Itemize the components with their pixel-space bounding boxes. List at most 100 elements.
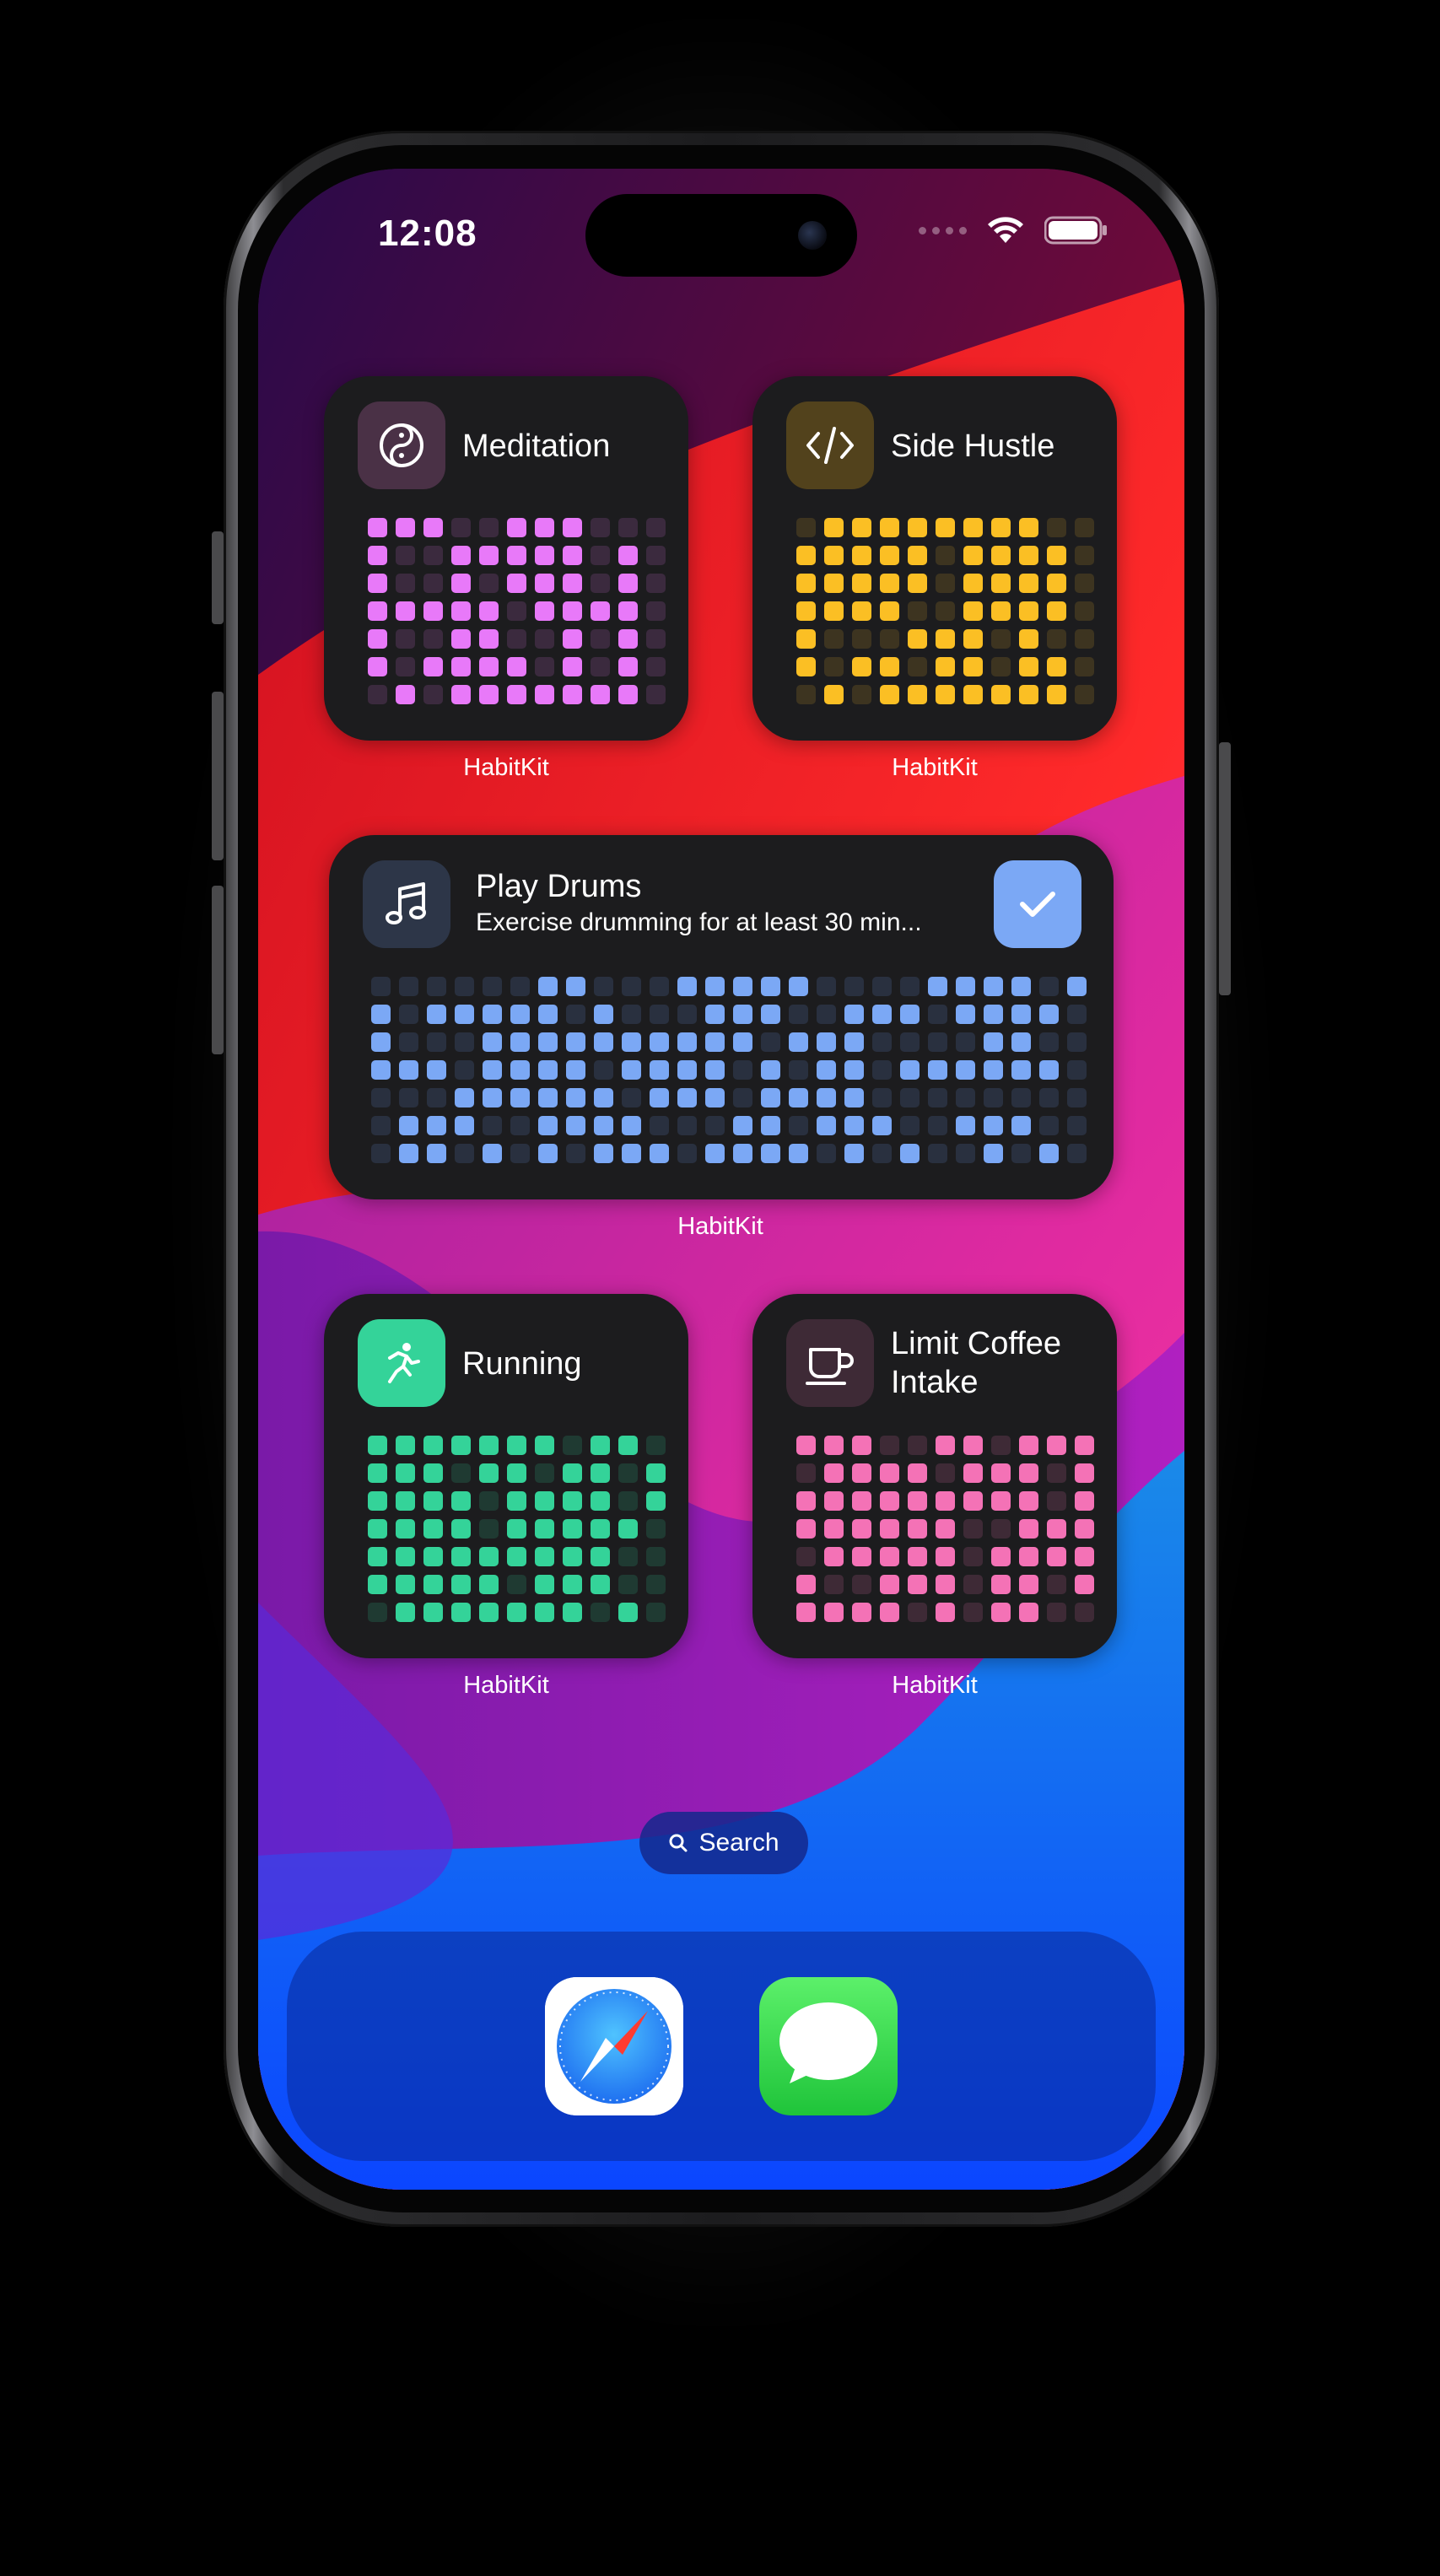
widget-limit-coffee[interactable]: Limit Coffee Intake (752, 1294, 1117, 1658)
habit-day-cell (650, 1032, 669, 1052)
habit-day-cell (936, 574, 955, 593)
habit-day-cell (956, 977, 975, 996)
widget-side-hustle[interactable]: Side Hustle (752, 376, 1117, 741)
habit-day-cell (594, 1088, 613, 1107)
habit-day-cell (1047, 685, 1066, 704)
widget-title: Limit Coffee Intake (891, 1326, 1062, 1400)
habit-day-cell (852, 601, 871, 621)
habit-day-cell (479, 546, 499, 565)
habit-day-cell (789, 1060, 808, 1080)
habit-day-cell (622, 1116, 641, 1135)
habit-day-cell (535, 1491, 554, 1511)
habit-day-cell (677, 1144, 697, 1163)
habit-day-cell (900, 1144, 920, 1163)
habit-day-cell (1019, 601, 1038, 621)
habit-day-cell (479, 685, 499, 704)
habit-day-cell (423, 1603, 443, 1622)
habit-day-cell (563, 685, 582, 704)
habit-day-cell (483, 1060, 502, 1080)
habit-day-cell (479, 1603, 499, 1622)
habit-day-cell (991, 1436, 1011, 1455)
habit-day-cell (1075, 518, 1094, 537)
habit-day-cell (563, 629, 582, 649)
habit-day-cell (956, 1144, 975, 1163)
habit-day-cell (510, 977, 530, 996)
habit-day-cell (563, 1603, 582, 1622)
habit-day-cell (908, 574, 927, 593)
habit-day-cell (963, 1463, 983, 1483)
habit-day-cell (852, 1436, 871, 1455)
habit-day-cell (510, 1116, 530, 1135)
habit-day-cell (963, 601, 983, 621)
habit-day-cell (844, 1060, 864, 1080)
habit-day-cell (824, 1436, 844, 1455)
dock-app-safari[interactable] (545, 1977, 683, 2115)
habit-day-cell (1039, 1005, 1059, 1024)
habit-day-cell (618, 518, 638, 537)
habit-day-cell (563, 657, 582, 676)
habit-day-cell (507, 1603, 526, 1622)
habit-day-cell (796, 546, 816, 565)
widget-title: Running (462, 1346, 582, 1382)
widget-icon-bg (363, 860, 450, 948)
habit-day-cell (371, 1005, 391, 1024)
habit-day-cell (991, 601, 1011, 621)
widget-play-drums[interactable]: Play Drums Exercise drumming for at leas… (329, 835, 1114, 1199)
habit-day-cell (963, 1436, 983, 1455)
habit-day-cell (591, 629, 610, 649)
widget-meditation[interactable]: Meditation (324, 376, 688, 741)
habit-day-cell (789, 1144, 808, 1163)
habit-day-cell (963, 657, 983, 676)
habit-day-cell (852, 1463, 871, 1483)
habit-day-cell (796, 1436, 816, 1455)
habit-day-cell (368, 1519, 387, 1539)
habit-day-cell (677, 1060, 697, 1080)
habit-day-cell (618, 685, 638, 704)
habit-day-cell (1075, 574, 1094, 593)
habit-day-cell (1067, 1116, 1087, 1135)
habit-day-cell (591, 1519, 610, 1539)
widget-title: Meditation (462, 428, 611, 464)
search-button[interactable]: Search (639, 1812, 808, 1874)
habit-day-cell (368, 546, 387, 565)
habit-day-cell (510, 1060, 530, 1080)
habit-day-cell (451, 574, 471, 593)
habit-day-cell (507, 546, 526, 565)
habit-day-cell (1019, 1603, 1038, 1622)
complete-check-button[interactable] (994, 860, 1081, 948)
dock-app-messages[interactable] (759, 1977, 898, 2115)
volume-down-button (212, 886, 224, 1054)
habit-day-cell (368, 1575, 387, 1594)
widget-running[interactable]: Running (324, 1294, 688, 1658)
habit-day-cell (650, 1060, 669, 1080)
habit-day-cell (510, 1005, 530, 1024)
habit-day-cell (844, 1032, 864, 1052)
habit-day-cell (733, 1060, 752, 1080)
habit-day-cell (761, 1060, 780, 1080)
habit-day-cell (677, 1005, 697, 1024)
habit-day-cell (963, 518, 983, 537)
habit-day-cell (563, 1491, 582, 1511)
habit-day-cell (1039, 1088, 1059, 1107)
habit-day-cell (872, 1005, 892, 1024)
habit-day-cell (618, 601, 638, 621)
habit-day-cell (936, 1463, 955, 1483)
habit-day-cell (852, 1575, 871, 1594)
habit-day-cell (908, 685, 927, 704)
habit-day-cell (991, 1547, 1011, 1566)
habit-day-cell (399, 977, 418, 996)
habit-day-cell (1019, 546, 1038, 565)
habit-day-cell (796, 1547, 816, 1566)
habit-day-cell (535, 1575, 554, 1594)
habit-day-cell (991, 1603, 1011, 1622)
habit-day-cell (824, 1463, 844, 1483)
habit-day-cell (908, 1603, 927, 1622)
habit-day-cell (423, 657, 443, 676)
widget-icon-bg (786, 401, 874, 489)
habit-day-cell (956, 1116, 975, 1135)
habit-day-cell (956, 1032, 975, 1052)
habit-day-cell (852, 1603, 871, 1622)
habit-day-cell (991, 518, 1011, 537)
habit-day-cell (824, 657, 844, 676)
habit-day-cell (852, 1519, 871, 1539)
